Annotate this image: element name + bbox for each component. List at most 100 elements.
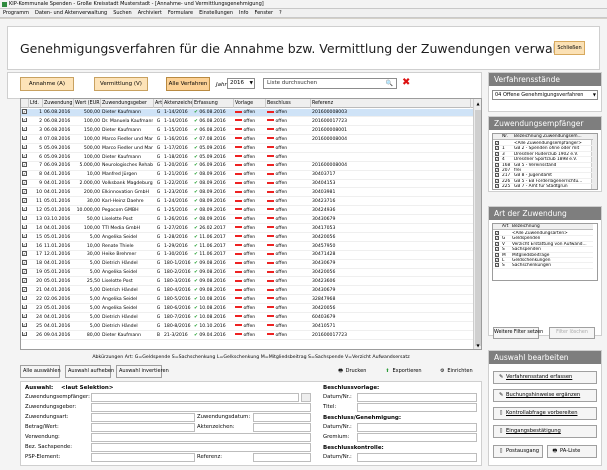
- table-row[interactable]: ✓ 15 05.01.2016 5,00 Angelika Seidel G 1-28/20…: [21, 233, 473, 242]
- checkbox[interactable]: ✓: [495, 263, 499, 268]
- row-checkbox[interactable]: ✓: [22, 189, 29, 197]
- checkbox[interactable]: ✓: [495, 236, 499, 241]
- checkbox[interactable]: ✓: [495, 247, 499, 252]
- checkbox[interactable]: ✓: [22, 331, 27, 336]
- table-row[interactable]: ✓ 6 05.09.2016 100,00 Dieter Kaufmann G 1-18/2…: [21, 153, 473, 162]
- table-row[interactable]: ✓ 1 06.08.2016 500,00 Dieter Kaufmann G 1-14/2…: [21, 109, 473, 118]
- checkbox[interactable]: ✓: [22, 295, 27, 301]
- row-checkbox[interactable]: ✓: [22, 260, 29, 268]
- col-header[interactable]: Lfd.: [29, 99, 43, 108]
- list-col-header[interactable]: Nr.: [502, 134, 514, 140]
- checkbox[interactable]: ✓: [22, 153, 27, 158]
- art-list[interactable]: Art Bezeichnung ✓ <Alle Zuwendungsarten> ✓ G G…: [492, 223, 598, 281]
- table-scrollbar[interactable]: ▲ ▼: [473, 99, 481, 349]
- more-filters-button[interactable]: Weitere Filter setzen: [493, 327, 543, 339]
- menu-item[interactable]: Einstellungen: [199, 10, 233, 16]
- menu-item[interactable]: Archiviert: [138, 10, 162, 16]
- tab-alle-verfahren[interactable]: Alle Verfahren: [166, 77, 210, 91]
- art-field[interactable]: [91, 413, 195, 422]
- checkbox[interactable]: ✓: [22, 287, 27, 292]
- list-checkbox[interactable]: ✓: [495, 184, 501, 189]
- table-row[interactable]: ✓ 11 05.01.2016 30,00 Karl-Heinz Daehre G 1-24…: [21, 198, 473, 207]
- checkbox[interactable]: ✓: [495, 178, 499, 183]
- row-checkbox[interactable]: ✓: [22, 304, 29, 313]
- kontrollabfrage-button[interactable]: ▯ Kontrollabfrage vorbereiten: [493, 407, 597, 420]
- menu-item[interactable]: Info: [239, 10, 248, 16]
- checkbox[interactable]: ✓: [22, 260, 27, 265]
- col-header[interactable]: Aktenzeichen: [163, 99, 193, 108]
- checkbox[interactable]: ✓: [495, 231, 499, 235]
- col-header[interactable]: Erfassung: [193, 99, 234, 108]
- checkbox[interactable]: ✓: [495, 146, 499, 151]
- checkbox[interactable]: ✓: [22, 304, 27, 310]
- table-row[interactable]: ✓ 8 04.01.2016 10,00 Manfred Jürgen G 1-21/201…: [21, 171, 473, 180]
- procedures-table[interactable]: Lfd. Zuwendung Wert (EUR) Zuwendungsgeber Ar…: [20, 98, 482, 350]
- gremium-field[interactable]: [357, 433, 477, 442]
- row-checkbox[interactable]: ✓: [22, 198, 29, 206]
- scroll-down-icon[interactable]: ▼: [475, 342, 481, 349]
- row-checkbox[interactable]: ✓: [22, 295, 29, 304]
- table-row[interactable]: ✓ 10 04.01.2016 200,00 Elkinnovation GmbH G 1-…: [21, 189, 473, 198]
- datum-field[interactable]: [253, 413, 311, 422]
- checkbox[interactable]: ✓: [22, 313, 27, 319]
- row-checkbox[interactable]: ✓: [22, 331, 29, 340]
- col-header[interactable]: Referenz: [311, 99, 471, 108]
- col-header[interactable]: Zuwendungsgeber: [101, 99, 154, 108]
- list-col-header[interactable]: Bezeichnung: [512, 224, 596, 230]
- kontrolle-datum-field[interactable]: [357, 453, 477, 462]
- row-checkbox[interactable]: ✓: [22, 126, 29, 135]
- table-row[interactable]: ✓ 16 11.01.2016 10,00 Renate Thiele G 1-29/201…: [21, 242, 473, 251]
- akten-field[interactable]: [253, 423, 311, 432]
- checkbox[interactable]: ✓: [495, 184, 499, 189]
- checkbox[interactable]: ✓: [495, 241, 499, 246]
- table-row[interactable]: ✓ 22 02.06.2016 5,00 Angelika Seidel G 180-5/2…: [21, 295, 473, 305]
- checkbox[interactable]: ✓: [22, 224, 27, 230]
- verfahren-select[interactable]: 04 Offene Genehmigungsverfahren ▼: [492, 90, 598, 100]
- export-button[interactable]: ⬆ Exportieren: [380, 365, 426, 378]
- row-checkbox[interactable]: ✓: [22, 224, 29, 233]
- checkbox[interactable]: ✓: [22, 251, 27, 256]
- menu-item[interactable]: Daten- und Aktenverwaltung: [35, 10, 107, 16]
- row-checkbox[interactable]: ✓: [22, 322, 29, 331]
- table-row[interactable]: ✓ 12 05.01.2016 10.000,00 Pegocom GMBH G 1-25/…: [21, 206, 473, 216]
- verfahrensstand-button[interactable]: ✎ Verfahrensstand erfassen: [493, 371, 597, 384]
- list-col-header[interactable]: Art: [502, 224, 512, 230]
- checkbox[interactable]: ✓: [22, 126, 27, 132]
- buchungshinweise-button[interactable]: ✎ Buchungshinweise ergänzen: [493, 389, 597, 402]
- row-checkbox[interactable]: ✓: [22, 180, 29, 188]
- checkbox[interactable]: ✓: [22, 233, 27, 239]
- checkbox[interactable]: ✓: [22, 242, 27, 247]
- sachspende-field[interactable]: [91, 443, 311, 452]
- table-row[interactable]: ✓505.09.2016500,00Marco Fiedler und Manu…: [21, 144, 473, 153]
- col-header[interactable]: Art: [154, 99, 163, 108]
- clear-filters-button[interactable]: Filter löschen: [549, 327, 595, 339]
- table-row[interactable]: ✓ 17 12.01.2016 30,00 Heike Brehmer G 1-30/201…: [21, 251, 473, 260]
- table-row[interactable]: ✓ 18 04.01.2016 5,00 Dietrich Händel G 180-1/2…: [21, 260, 473, 269]
- checkbox[interactable]: ✓: [22, 189, 27, 194]
- verwendung-field[interactable]: [91, 433, 311, 442]
- checkbox[interactable]: ✓: [22, 180, 27, 185]
- row-checkbox[interactable]: ✓: [22, 162, 29, 170]
- empfaenger-list[interactable]: Nr. Bezeichnung Zuwendungsem... ✓ <Alle Zuw…: [492, 133, 598, 190]
- row-checkbox[interactable]: ✓: [22, 215, 29, 224]
- checkbox[interactable]: ✓: [22, 162, 27, 167]
- search-input[interactable]: Liste durchsuchen 🔍: [263, 78, 397, 89]
- vorlage-datum-field[interactable]: [357, 393, 477, 402]
- geber-field[interactable]: [91, 403, 311, 412]
- table-row[interactable]: ✓407.08.2016100,00Marco Fiedler und Manu…: [21, 135, 473, 144]
- row-checkbox[interactable]: ✓: [22, 233, 29, 242]
- pa-liste-button[interactable]: 🖶 PA-Liste: [547, 445, 597, 458]
- row-checkbox[interactable]: ✓: [22, 206, 29, 215]
- print-button[interactable]: 🖶 Drucken: [330, 365, 374, 378]
- list-item[interactable]: ✓ S Sachschenkungen: [493, 263, 593, 269]
- checkbox[interactable]: ✓: [22, 278, 27, 283]
- checkbox[interactable]: ✓: [22, 206, 27, 212]
- row-checkbox[interactable]: ✓: [22, 117, 29, 126]
- deselect-button[interactable]: Auswahl aufheben: [65, 365, 114, 378]
- table-row[interactable]: ✓ 23 05.01.2016 5,00 Angelika Seidel G 180-6/2…: [21, 304, 473, 314]
- checkbox[interactable]: ✓: [22, 171, 27, 176]
- empfaenger-field[interactable]: [91, 393, 299, 402]
- jahr-select[interactable]: 2016 ▼: [227, 78, 255, 89]
- referenz-field[interactable]: [253, 453, 311, 462]
- scroll-thumb[interactable]: [475, 110, 481, 346]
